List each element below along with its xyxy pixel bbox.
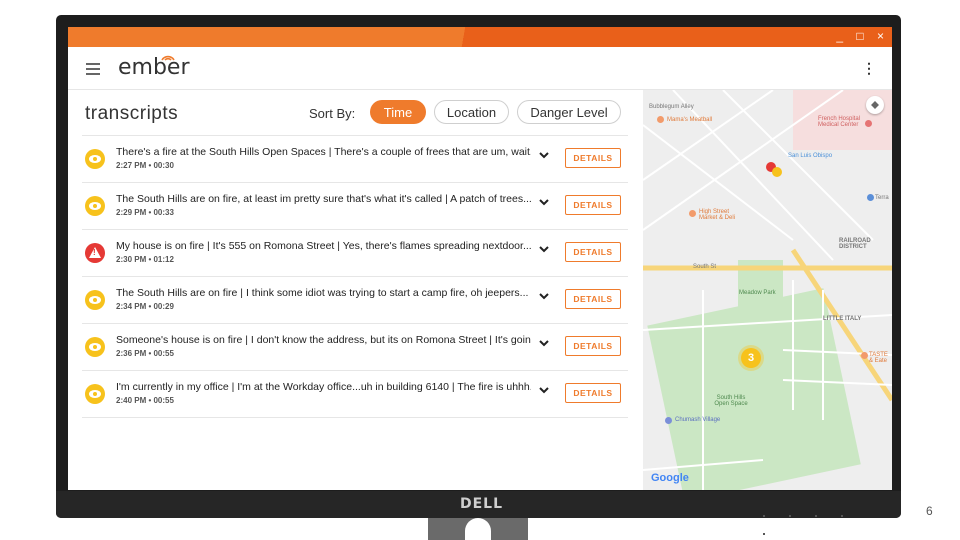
map-label-terra: Terra [875, 195, 889, 201]
close-icon[interactable]: × [877, 29, 884, 43]
chevron-down-icon[interactable] [538, 337, 550, 349]
deli-pin-icon[interactable] [689, 210, 696, 217]
app-window: _ □ × ember ⋮ transcripts Sort By: Time … [68, 27, 892, 490]
transcript-text: There's a fire at the South Hills Open S… [116, 146, 531, 158]
transcript-row[interactable]: I'm currently in my office | I'm at the … [82, 370, 628, 418]
title-bar: _ □ × [68, 27, 892, 47]
transcript-text: The South Hills are on fire | I think so… [116, 287, 529, 299]
restaurant-pin-icon[interactable] [657, 116, 664, 123]
transcript-meta: 2:27 PM • 00:30 [116, 161, 174, 170]
transcript-meta: 2:29 PM • 00:33 [116, 208, 174, 217]
danger-warning-icon [85, 243, 105, 263]
watch-eye-icon [85, 290, 105, 310]
details-button[interactable]: DETAILS [565, 242, 621, 262]
map-label-chumash: Chumash Village [675, 417, 721, 423]
incident-map[interactable]: Bubblegum Alley Mama's Meatball French H… [643, 90, 892, 490]
map-label-railroad: RAILROAD DISTRICT [839, 238, 871, 250]
map-label-high-street: High Street Market & Deli [699, 209, 736, 221]
watch-eye-icon [85, 337, 105, 357]
chevron-down-icon[interactable] [538, 243, 550, 255]
chevron-down-icon[interactable] [538, 290, 550, 302]
maximize-icon[interactable]: □ [856, 29, 863, 43]
transcript-text: The South Hills are on fire, at least im… [116, 193, 531, 205]
map-label-mamas: Mama's Meatball [667, 117, 713, 123]
app-header: ember ⋮ [68, 47, 892, 90]
transcript-list: There's a fire at the South Hills Open S… [82, 135, 628, 418]
watch-eye-icon [85, 384, 105, 404]
map-label-meadow-park: Meadow Park [739, 290, 776, 296]
taste-pin-icon[interactable] [861, 352, 868, 359]
map-layers-icon[interactable] [866, 96, 884, 114]
transcript-row[interactable]: There's a fire at the South Hills Open S… [82, 135, 628, 182]
monitor-brand-logo: DELL [460, 496, 504, 512]
chevron-down-icon[interactable] [538, 149, 550, 161]
google-logo-text: Google [651, 472, 689, 484]
transcript-text: Someone's house is on fire | I don't kno… [116, 334, 531, 346]
place-pin-icon[interactable] [867, 194, 874, 201]
details-button[interactable]: DETAILS [565, 195, 621, 215]
monitor-buttons [763, 504, 883, 535]
transcript-row[interactable]: The South Hills are on fire, at least im… [82, 182, 628, 229]
sort-location-button[interactable]: Location [434, 100, 509, 124]
transcript-meta: 2:40 PM • 00:55 [116, 396, 174, 405]
google-attribution: Google [651, 472, 689, 484]
incident-cluster-marker[interactable]: 3 [741, 348, 761, 368]
monitor-stand-gap [465, 518, 491, 540]
transcript-text: My house is on fire | It's 555 on Romona… [116, 240, 531, 252]
transcript-text: I'm currently in my office | I'm at the … [116, 381, 531, 393]
map-label-little-italy: LITTLE ITALY [823, 316, 862, 322]
details-button[interactable]: DETAILS [565, 383, 621, 403]
details-button[interactable]: DETAILS [565, 289, 621, 309]
transcript-row[interactable]: The South Hills are on fire | I think so… [82, 276, 628, 323]
hospital-pin-icon[interactable] [865, 120, 872, 127]
sort-danger-level-button[interactable]: Danger Level [517, 100, 621, 124]
watch-eye-icon [85, 196, 105, 216]
transcript-meta: 2:30 PM • 01:12 [116, 255, 174, 264]
page-title: transcripts [85, 103, 179, 124]
more-vert-icon[interactable]: ⋮ [862, 60, 876, 77]
watch-incident-marker[interactable] [772, 167, 782, 177]
map-label-taste: TASTE & Eate [869, 352, 888, 364]
watch-eye-icon [85, 149, 105, 169]
hamburger-menu-icon[interactable] [86, 63, 100, 75]
transcripts-panel: transcripts Sort By: Time Location Dange… [68, 90, 642, 490]
map-label-south-hills: South Hills Open Space [714, 395, 748, 407]
slide-number: 6 [926, 504, 933, 518]
transcript-meta: 2:34 PM • 00:29 [116, 302, 174, 311]
map-label-bubblegum: Bubblegum Alley [649, 104, 694, 110]
ember-logo: ember [118, 55, 190, 80]
chumash-pin-icon[interactable] [665, 417, 672, 424]
details-button[interactable]: DETAILS [565, 148, 621, 168]
chevron-down-icon[interactable] [538, 384, 550, 396]
details-button[interactable]: DETAILS [565, 336, 621, 356]
map-label-south-st: South St [693, 264, 717, 270]
transcript-row[interactable]: Someone's house is on fire | I don't kno… [82, 323, 628, 370]
sort-by-label: Sort By: [309, 106, 356, 121]
map-label-french-hospital: French Hospital Medical Center [818, 116, 861, 128]
chevron-down-icon[interactable] [538, 196, 550, 208]
minimize-icon[interactable]: _ [836, 29, 843, 43]
map-label-slo: San Luis Obispo [788, 153, 833, 159]
sort-time-button[interactable]: Time [370, 100, 426, 124]
transcript-meta: 2:36 PM • 00:55 [116, 349, 174, 358]
transcript-row[interactable]: My house is on fire | It's 555 on Romona… [82, 229, 628, 276]
